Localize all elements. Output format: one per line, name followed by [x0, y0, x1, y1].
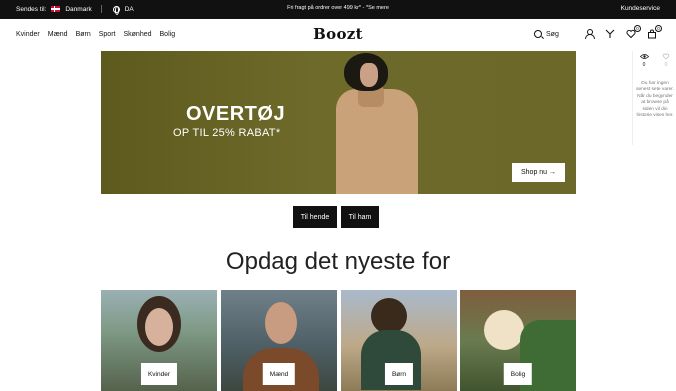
category-card-kvinder[interactable]: Kvinder — [101, 290, 217, 391]
category-label: Mænd — [262, 363, 296, 385]
wishlist-count-badge: 0 — [634, 25, 641, 32]
widget-tabs: 0 0 — [633, 53, 676, 68]
favorites-tab[interactable]: 0 — [655, 53, 676, 68]
card-image-face — [145, 308, 173, 346]
user-icon[interactable] — [584, 29, 595, 39]
card-image — [265, 302, 297, 344]
boozt-logo[interactable]: Boozt — [0, 25, 676, 43]
customer-service-link[interactable]: Kundeservice — [621, 5, 660, 12]
heart-outline-icon — [662, 53, 670, 60]
empty-history-message: Du har ingen senest sete varer. Når du b… — [636, 81, 674, 119]
for-her-button[interactable]: Til hende — [293, 206, 337, 228]
hero-title: OVERTØJ — [186, 103, 286, 125]
hero-subtitle: OP TIL 25% RABAT* — [173, 127, 281, 139]
for-him-button[interactable]: Til ham — [341, 206, 379, 228]
search-label: Søg — [546, 30, 559, 38]
favorites-count: 0 — [664, 62, 668, 68]
category-card-bolig[interactable]: Bolig — [460, 290, 576, 391]
recently-viewed-widget: 0 0 Du har ingen senest sete varer. Når … — [632, 51, 676, 145]
card-image-lamp — [484, 310, 524, 350]
brands-button[interactable] — [605, 29, 615, 39]
category-label: Børn — [384, 363, 414, 385]
search-button[interactable]: Søg — [534, 30, 559, 38]
recently-viewed-tab[interactable]: 0 — [633, 53, 655, 68]
category-card-boern[interactable]: Børn — [341, 290, 457, 391]
header-icons: 0 0 — [584, 25, 662, 39]
hanger-icon — [605, 29, 615, 38]
search-icon — [534, 30, 542, 38]
top-bar: Sendes til: Danmark DA Fri fragt på ordr… — [0, 0, 676, 19]
eye-icon — [639, 54, 649, 59]
free-shipping-promo[interactable]: Fri fragt på ordrer over 499 kr* - *Se m… — [0, 5, 676, 11]
wishlist-button[interactable]: 0 — [626, 25, 641, 39]
hero-banner[interactable]: OVERTØJ OP TIL 25% RABAT* Shop nu → — [101, 51, 576, 194]
shop-now-button[interactable]: Shop nu → — [512, 163, 565, 182]
hero-model-image — [336, 51, 426, 194]
cart-count-badge: 0 — [655, 25, 662, 32]
cart-button[interactable]: 0 — [647, 25, 662, 39]
discover-heading: Opdag det nyeste for — [225, 248, 451, 275]
category-label: Bolig — [503, 363, 533, 385]
category-card-maend[interactable]: Mænd — [221, 290, 337, 391]
category-label: Kvinder — [140, 363, 178, 385]
card-image — [371, 298, 407, 334]
main-header: Kvinder Mænd Børn Sport Skønhed Bolig Bo… — [0, 19, 676, 51]
viewed-count: 0 — [642, 62, 646, 68]
